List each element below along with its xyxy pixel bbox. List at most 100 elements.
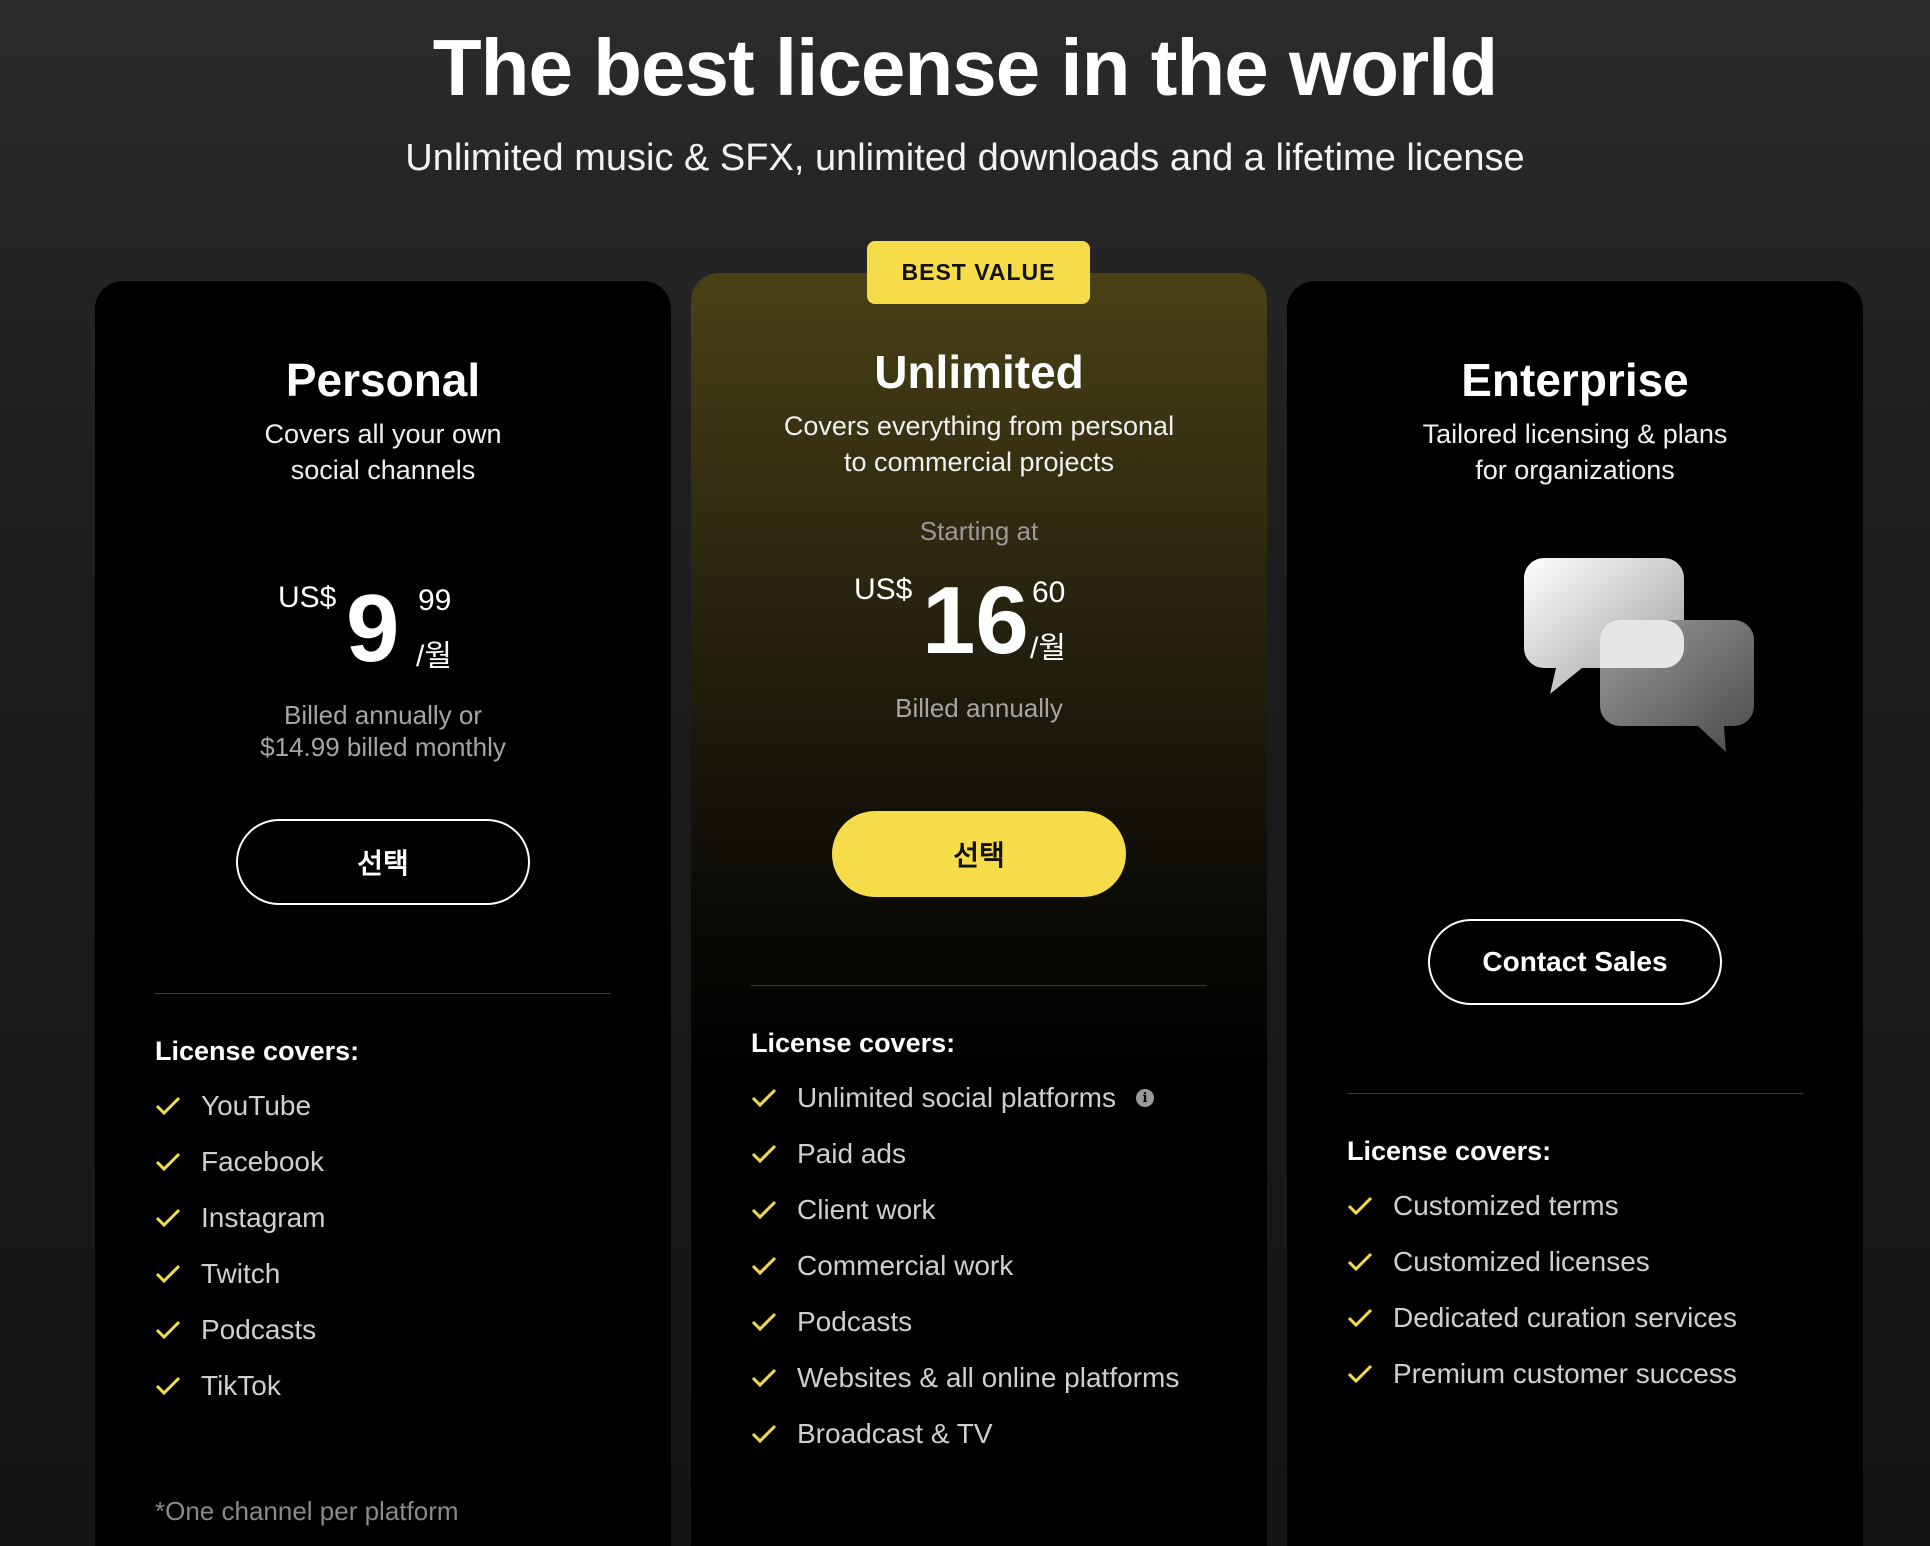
- check-icon: [751, 1200, 797, 1220]
- feature-label: Premium customer success: [1393, 1358, 1737, 1389]
- list-item: Websites & all online platforms: [751, 1350, 1179, 1406]
- plan-card-personal: Personal Covers all your own social chan…: [95, 281, 671, 1546]
- feature-list: Customized terms Customized licenses Ded…: [1347, 1178, 1737, 1402]
- check-icon: [751, 1256, 797, 1276]
- feature-label: Client work: [797, 1194, 936, 1225]
- list-item: Podcasts: [155, 1302, 326, 1358]
- check-icon: [155, 1320, 201, 1340]
- list-item: Broadcast & TV: [751, 1406, 1179, 1462]
- plan-card-enterprise: Enterprise Tailored licensing & plans fo…: [1287, 281, 1863, 1546]
- list-item: Dedicated curation services: [1347, 1290, 1737, 1346]
- feature-list: Unlimited social platforms i Paid ads Cli…: [751, 1070, 1179, 1462]
- feature-label: Paid ads: [797, 1138, 906, 1169]
- list-item: YouTube: [155, 1078, 326, 1134]
- plan-description: Covers everything from personal to comme…: [721, 408, 1237, 480]
- feature-label: Dedicated curation services: [1393, 1302, 1737, 1333]
- list-item: Twitch: [155, 1246, 326, 1302]
- price-cents: 99: [418, 584, 452, 617]
- price-period: /월: [1030, 632, 1066, 665]
- feature-label: Twitch: [201, 1258, 281, 1289]
- check-icon: [1347, 1252, 1393, 1272]
- footnote: *One channel per platform: [155, 1496, 459, 1526]
- feature-label: YouTube: [201, 1090, 312, 1121]
- check-icon: [751, 1088, 797, 1108]
- license-covers-title: License covers:: [1347, 1136, 1552, 1166]
- check-icon: [155, 1376, 201, 1396]
- feature-list: YouTube Facebook Instagram Twitch Podcas…: [155, 1078, 326, 1414]
- list-item: Instagram: [155, 1190, 326, 1246]
- plan-name: Unlimited: [874, 346, 1084, 398]
- list-item: Customized terms: [1347, 1178, 1737, 1234]
- plan-name: Enterprise: [1461, 354, 1689, 406]
- check-icon: [751, 1424, 797, 1444]
- feature-label: Commercial work: [797, 1250, 1014, 1281]
- billing-note: Billed annually: [895, 693, 1063, 723]
- chat-bubbles-icon: [1522, 556, 1762, 781]
- list-item: Unlimited social platforms i: [751, 1070, 1179, 1126]
- plan-description-line: Covers everything from personal: [783, 411, 1175, 441]
- feature-label: TikTok: [201, 1370, 281, 1401]
- feature-label: Podcasts: [201, 1314, 317, 1345]
- list-item: Podcasts: [751, 1294, 1179, 1350]
- check-icon: [1347, 1196, 1393, 1216]
- page-title: The best license in the world: [432, 23, 1499, 112]
- billing-note-line: $14.99 billed monthly: [260, 732, 506, 762]
- plan-card-unlimited: Unlimited Covers everything from persona…: [691, 273, 1267, 1546]
- plan-price: US$ 16 60 /월: [854, 567, 1114, 683]
- plan-price: US$ 9 99 /월: [278, 575, 498, 691]
- feature-label: Podcasts: [797, 1306, 913, 1337]
- license-covers-title: License covers:: [155, 1036, 360, 1066]
- check-icon: [155, 1152, 201, 1172]
- list-item: Customized licenses: [1347, 1234, 1737, 1290]
- list-item: Paid ads: [751, 1126, 1179, 1182]
- plan-description-line: for organizations: [1475, 455, 1675, 485]
- price-period: /월: [416, 640, 452, 673]
- feature-label: Websites & all online platforms: [797, 1362, 1180, 1393]
- feature-label: Unlimited social platforms: [797, 1082, 1116, 1113]
- billing-note: Billed annually or $14.99 billed monthly: [95, 699, 671, 763]
- feature-label: Customized terms: [1393, 1190, 1619, 1221]
- divider: [751, 985, 1207, 986]
- license-covers-title: License covers:: [751, 1028, 956, 1058]
- list-item: Commercial work: [751, 1238, 1179, 1294]
- divider: [155, 993, 611, 994]
- price-currency: US$: [278, 581, 337, 614]
- starting-at-label: Starting at: [919, 516, 1039, 546]
- page-subtitle: Unlimited music & SFX, unlimited downloa…: [405, 137, 1525, 179]
- check-icon: [751, 1368, 797, 1388]
- divider: [1347, 1093, 1803, 1094]
- check-icon: [751, 1144, 797, 1164]
- plan-description-line: to commercial projects: [843, 447, 1115, 477]
- check-icon: [1347, 1364, 1393, 1384]
- plan-description-line: social channels: [290, 455, 476, 485]
- list-item: Premium customer success: [1347, 1346, 1737, 1402]
- feature-label: Facebook: [201, 1146, 324, 1177]
- select-unlimited-button[interactable]: 선택: [832, 811, 1126, 897]
- price-amount: 9: [346, 575, 400, 682]
- list-item: TikTok: [155, 1358, 326, 1414]
- feature-label: Instagram: [201, 1202, 326, 1233]
- plan-description-line: Covers all your own: [264, 419, 502, 449]
- list-item: Facebook: [155, 1134, 326, 1190]
- check-icon: [155, 1264, 201, 1284]
- billing-note-line: Billed annually or: [283, 700, 482, 730]
- list-item: Client work: [751, 1182, 1179, 1238]
- feature-label: Broadcast & TV: [797, 1418, 993, 1449]
- check-icon: [1347, 1308, 1393, 1328]
- info-icon[interactable]: i: [1136, 1089, 1154, 1107]
- best-value-badge: BEST VALUE: [867, 241, 1090, 304]
- select-personal-button[interactable]: 선택: [236, 819, 530, 905]
- price-currency: US$: [854, 573, 913, 606]
- price-amount: 16: [922, 567, 1029, 674]
- feature-label: Customized licenses: [1393, 1246, 1650, 1277]
- plan-description: Covers all your own social channels: [155, 416, 611, 488]
- plan-description: Tailored licensing & plans for organizat…: [1347, 416, 1803, 488]
- plan-name: Personal: [285, 354, 481, 406]
- check-icon: [155, 1096, 201, 1116]
- check-icon: [751, 1312, 797, 1332]
- price-cents: 60: [1032, 576, 1066, 609]
- pricing-page: The best license in the world Unlimited …: [0, 0, 1930, 1546]
- check-icon: [155, 1208, 201, 1228]
- contact-sales-button[interactable]: Contact Sales: [1428, 919, 1722, 1005]
- plan-description-line: Tailored licensing & plans: [1422, 419, 1728, 449]
